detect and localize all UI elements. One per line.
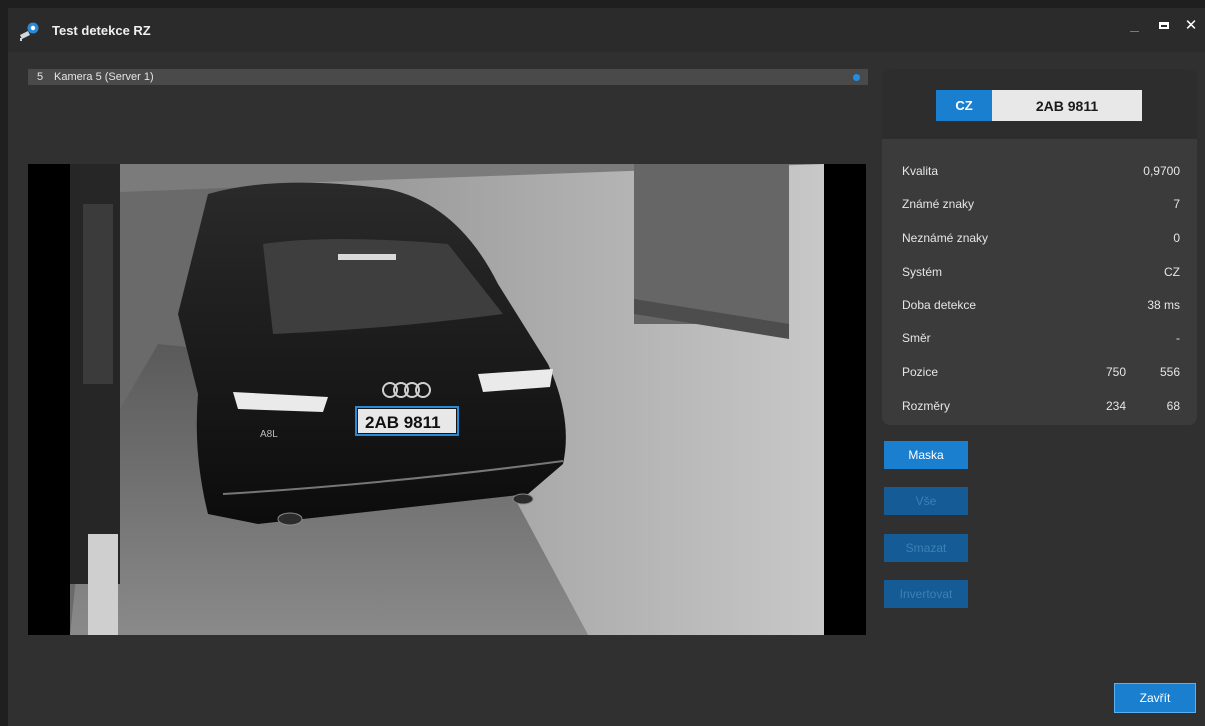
dimensions-width-value: 234 (1105, 399, 1126, 413)
position-y-value: 556 (1159, 365, 1180, 379)
direction-label: Směr (902, 331, 931, 345)
unknown-chars-label: Neznámé znaky (902, 231, 989, 245)
row-unknown-chars: Neznámé znaky 0 (882, 231, 1197, 251)
invert-button[interactable]: Invertovat (884, 580, 968, 608)
position-label: Pozice (902, 365, 939, 379)
camera-gear-icon (20, 22, 39, 41)
dimensions-height-value: 68 (1166, 399, 1180, 413)
position-x-value: 750 (1105, 365, 1126, 379)
detection-time-label: Doba detekce (902, 298, 977, 312)
title-bar: Test detekce RZ ✕ (8, 8, 1205, 52)
close-icon[interactable]: ✕ (1180, 14, 1202, 36)
unknown-chars-value: 0 (1173, 231, 1180, 245)
known-chars-value: 7 (1173, 197, 1180, 211)
row-direction: Směr - (882, 331, 1197, 351)
camera-number: 5 (37, 71, 44, 83)
plate-overlay-text: 2AB 9811 (365, 413, 441, 432)
close-button[interactable]: Zavřít (1114, 683, 1196, 713)
plate-number: 2AB 9811 (992, 90, 1142, 121)
camera-frame: A8L 2AB 9811 (28, 164, 866, 635)
system-value: CZ (1164, 265, 1180, 279)
camera-status-dot (853, 74, 860, 81)
row-known-chars: Známé znaky 7 (882, 197, 1197, 217)
detection-info-panel: CZ 2AB 9811 Kvalita 0,9700 Známé znaky 7… (882, 69, 1197, 425)
camera-selector[interactable]: 5 Kamera 5 (Server 1) (28, 69, 868, 85)
dimensions-label: Rozměry (902, 399, 951, 413)
row-quality: Kvalita 0,9700 (882, 164, 1197, 184)
row-detection-time: Doba detekce 38 ms (882, 298, 1197, 318)
quality-label: Kvalita (902, 164, 939, 178)
car-badge-text: A8L (260, 429, 278, 440)
minimize-icon[interactable] (1123, 14, 1145, 36)
direction-value: - (1176, 331, 1180, 345)
row-system: Systém CZ (882, 265, 1197, 285)
plate-country: CZ (936, 90, 992, 121)
camera-image[interactable]: A8L 2AB 9811 (28, 164, 866, 635)
clear-button[interactable]: Smazat (884, 534, 968, 562)
detection-time-value: 38 ms (1147, 298, 1180, 312)
window-title: Test detekce RZ (52, 23, 151, 38)
known-chars-label: Známé znaky (902, 197, 975, 211)
camera-name: Kamera 5 (Server 1) (54, 71, 154, 83)
all-button[interactable]: Vše (884, 487, 968, 515)
maximize-icon[interactable] (1153, 14, 1175, 36)
row-position: Pozice 750 556 (882, 365, 1197, 385)
main-window: Test detekce RZ ✕ 5 Kamera 5 (Server 1) (8, 8, 1205, 726)
plate-result: CZ 2AB 9811 (882, 69, 1197, 139)
mask-button[interactable]: Maska (884, 441, 968, 469)
row-dimensions: Rozměry 234 68 (882, 399, 1197, 419)
quality-value: 0,9700 (1143, 164, 1180, 178)
system-label: Systém (902, 265, 943, 279)
